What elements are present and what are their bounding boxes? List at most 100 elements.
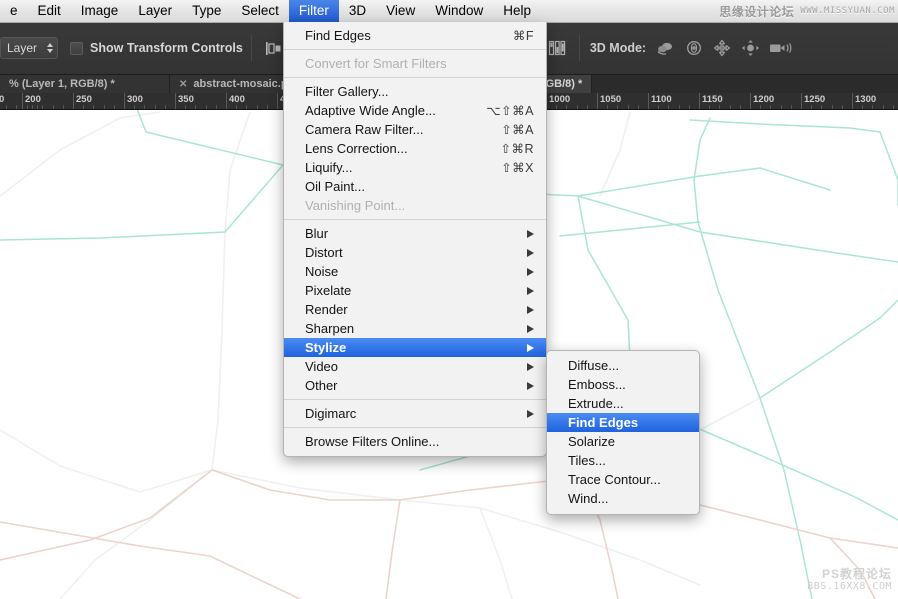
menu-item-shortcut: ⇧⌘A — [501, 123, 534, 137]
menu-item-image[interactable]: Image — [71, 0, 129, 22]
menu-item-render[interactable]: Render — [284, 300, 546, 319]
watermark-bottom: PS教程论坛 BBS.16XX8.COM — [807, 568, 892, 593]
menu-item-emboss[interactable]: Emboss... — [547, 375, 699, 394]
document-tab[interactable]: % (Layer 1, RGB/8) * — [0, 75, 170, 93]
menu-item-find-edges[interactable]: Find Edges — [547, 413, 699, 432]
menu-item-help[interactable]: Help — [493, 0, 541, 22]
menu-item-label: Vanishing Point... — [305, 198, 406, 213]
ruler-minor-tick — [637, 105, 639, 109]
menu-item-edit[interactable]: Edit — [28, 0, 71, 22]
chevron-right-icon — [527, 229, 534, 238]
menu-item-label: Liquify... — [305, 160, 353, 175]
document-tab-label: % (Layer 1, RGB/8) * — [9, 78, 115, 90]
ruler-minor-tick — [770, 105, 772, 109]
menu-item-digimarc[interactable]: Digimarc — [284, 404, 546, 423]
rotate-3d-object-icon[interactable] — [655, 37, 677, 59]
scale-3d-object-icon[interactable] — [767, 37, 793, 59]
ruler-minor-tick — [52, 105, 54, 109]
ruler-label: 1250 — [804, 94, 826, 105]
watermark-top-url: WWW.MISSYUAN.COM — [800, 6, 895, 16]
menu-item-window[interactable]: Window — [425, 0, 493, 22]
menu-item-wind[interactable]: Wind... — [547, 489, 699, 508]
auto-select-target-dropdown[interactable]: Layer — [0, 37, 59, 59]
menu-item-e[interactable]: e — [0, 0, 28, 22]
ruler-minor-tick — [658, 105, 660, 109]
menu-item-liquify[interactable]: Liquify... ⇧⌘X — [284, 158, 546, 177]
distribute-icon[interactable] — [546, 37, 568, 59]
menu-item-diffuse[interactable]: Diffuse... — [547, 356, 699, 375]
ruler-minor-tick — [185, 105, 187, 109]
menu-item-label: Solarize — [568, 434, 615, 449]
menu-item-trace-contour[interactable]: Trace Contour... — [547, 470, 699, 489]
menu-item-adaptive-wide-angle[interactable]: Adaptive Wide Angle... ⌥⇧⌘A — [284, 101, 546, 120]
menu-item-other[interactable]: Other — [284, 376, 546, 395]
menu-item-label: Distort — [305, 245, 343, 260]
menu-item-shortcut: ⌘F — [512, 29, 534, 43]
ruler-minor-tick — [760, 105, 762, 109]
chevron-right-icon — [527, 409, 534, 418]
menu-item-tiles[interactable]: Tiles... — [547, 451, 699, 470]
ruler-label: 1300 — [855, 94, 877, 105]
ruler-minor-tick — [780, 105, 782, 109]
slide-3d-object-icon[interactable] — [739, 37, 761, 59]
align-left-edges-icon[interactable] — [263, 37, 285, 59]
roll-3d-object-icon[interactable] — [683, 37, 705, 59]
ruler-minor-tick — [790, 105, 792, 109]
chevron-right-icon — [527, 248, 534, 257]
ruler-label: 1100 — [651, 94, 672, 105]
ruler-label: 250 — [76, 94, 92, 105]
ruler-minor-tick — [576, 105, 578, 109]
menu-item-sharpen[interactable]: Sharpen — [284, 319, 546, 338]
menu-item-find-edges[interactable]: Find Edges ⌘F — [284, 26, 546, 45]
ruler-minor-tick — [205, 105, 207, 109]
menu-separator — [284, 49, 546, 50]
menu-item-noise[interactable]: Noise — [284, 262, 546, 281]
drag-3d-object-icon[interactable] — [711, 37, 733, 59]
menu-item-oil-paint[interactable]: Oil Paint... — [284, 177, 546, 196]
menu-item-filter[interactable]: Filter — [288, 0, 339, 22]
menu-item-layer[interactable]: Layer — [128, 0, 182, 22]
menu-item-label: Noise — [305, 264, 339, 279]
menu-item-label: Other — [305, 378, 338, 393]
menu-item-lens-correction[interactable]: Lens Correction... ⇧⌘R — [284, 139, 546, 158]
menu-item-label: Digimarc — [305, 406, 357, 421]
stylize-submenu[interactable]: Diffuse... Emboss... Extrude... Find Edges S… — [546, 350, 700, 515]
ruler-label: 400 — [229, 94, 245, 105]
close-icon[interactable]: ✕ — [179, 79, 187, 90]
ruler-minor-tick — [103, 105, 105, 109]
menu-item-stylize[interactable]: Stylize — [284, 338, 546, 357]
ruler-minor-tick — [678, 105, 680, 109]
ruler-minor-tick — [266, 105, 268, 109]
menu-item-filter-gallery[interactable]: Filter Gallery... — [284, 82, 546, 101]
ruler-label: 300 — [127, 94, 143, 105]
menu-item-view[interactable]: View — [376, 0, 425, 22]
ruler-minor-tick — [556, 105, 558, 109]
ruler-label: 350 — [178, 94, 194, 105]
filter-dropdown-menu[interactable]: Find Edges ⌘F Convert for Smart Filters Fil… — [283, 22, 547, 457]
chevron-right-icon — [527, 343, 534, 352]
menu-item-camera-raw-filter[interactable]: Camera Raw Filter... ⇧⌘A — [284, 120, 546, 139]
photoshop-window: PS教程论坛 BBS.16XX8.COM Layer Show Transfor… — [0, 0, 898, 599]
menu-item-video[interactable]: Video — [284, 357, 546, 376]
menu-item-pixelate[interactable]: Pixelate — [284, 281, 546, 300]
menu-item-vanishing-point: Vanishing Point... — [284, 196, 546, 215]
menu-item-extrude[interactable]: Extrude... — [547, 394, 699, 413]
menu-item-blur[interactable]: Blur — [284, 224, 546, 243]
ruler-minor-tick — [668, 105, 670, 109]
menu-item-label: Trace Contour... — [568, 472, 661, 487]
ruler-minor-tick — [566, 105, 568, 109]
menu-item-browse-filters-online[interactable]: Browse Filters Online... — [284, 432, 546, 451]
show-transform-controls-checkbox[interactable]: Show Transform Controls — [70, 41, 243, 55]
menu-item-3d[interactable]: 3D — [339, 0, 376, 22]
ruler-label: 1000 — [549, 94, 571, 105]
menu-separator — [284, 427, 546, 428]
ruler-minor-tick — [215, 105, 217, 109]
menu-item-select[interactable]: Select — [231, 0, 289, 22]
ruler-minor-tick — [32, 105, 34, 109]
menu-item-convert-for-smart-filters: Convert for Smart Filters — [284, 54, 546, 73]
checkbox-icon[interactable] — [70, 41, 84, 55]
menu-item-distort[interactable]: Distort — [284, 243, 546, 262]
menu-item-type[interactable]: Type — [182, 0, 231, 22]
menu-item-solarize[interactable]: Solarize — [547, 432, 699, 451]
menu-item-label: Extrude... — [568, 396, 624, 411]
